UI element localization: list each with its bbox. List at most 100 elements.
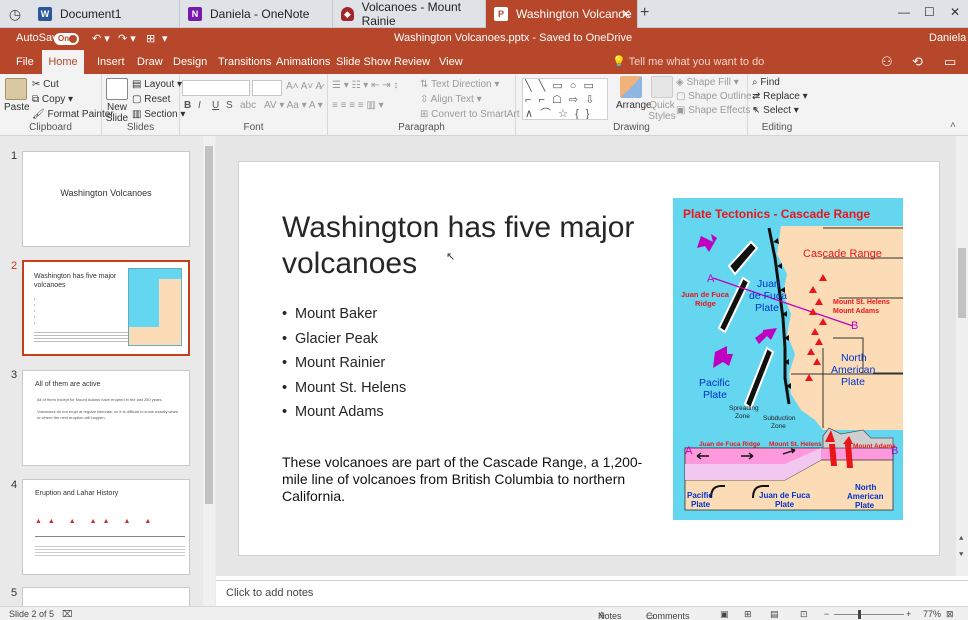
zoom-slider[interactable] (834, 610, 904, 619)
collapse-ribbon-icon[interactable]: ˄ (950, 120, 956, 131)
spacing-icon[interactable]: AV ▾ Aa ▾ A ▾ (264, 100, 323, 111)
new-tab-icon[interactable]: + (640, 4, 649, 22)
slide-thumbnail-2[interactable]: Washington has five major volcanoes • • • •… (22, 260, 190, 356)
font-size-combo[interactable] (252, 80, 282, 96)
tab-volcanoes-web[interactable]: ◆ Volcanoes - Mount Rainie (333, 0, 486, 28)
user-name[interactable]: Daniela (929, 32, 966, 44)
tell-me-box[interactable]: 💡 Tell me what you want to do (612, 55, 764, 68)
tab-draw[interactable]: Draw (133, 50, 167, 74)
thumb-axis (35, 536, 185, 537)
scissors-icon: ✂ (32, 79, 41, 90)
layout-icon: ▤ (132, 79, 142, 90)
maximize-icon[interactable]: ☐ (924, 5, 935, 19)
zoom-in-icon[interactable]: + (906, 609, 911, 619)
fill-icon: ◈ (676, 77, 684, 88)
slide-sorter-icon[interactable]: ⊞ (744, 609, 752, 620)
clipboard-label: Clipboard (29, 122, 72, 133)
thumbnail-scrollbar[interactable] (203, 136, 215, 606)
copy-button[interactable]: ⧉ Copy ▾ (32, 94, 73, 105)
slide-thumbnail-3[interactable]: All of them are active All of them excep… (22, 370, 190, 466)
share-icon[interactable]: ⚇ (881, 54, 893, 70)
close-window-icon[interactable]: ✕ (950, 5, 960, 19)
thumb-title: All of them are active (35, 381, 101, 388)
tab-onenote[interactable]: N Daniela - OneNote (180, 0, 333, 28)
editor-scrollbar[interactable]: ⯅ ⯆ (956, 136, 968, 576)
shape-fill-button[interactable]: ◈ Shape Fill ▾ (676, 77, 739, 88)
autosave-toggle[interactable]: On (54, 33, 79, 45)
customize-toolbar-icon[interactable]: ▾ (162, 32, 168, 45)
bold-button[interactable]: B (184, 100, 191, 111)
comments-icon[interactable]: ▭ (944, 54, 956, 70)
select-button[interactable]: ↖ Select ▾ (752, 105, 799, 116)
strikethrough-button[interactable]: S (226, 100, 233, 111)
section-button[interactable]: ▥ Section ▾ (132, 109, 185, 120)
shape-outline-button[interactable]: ▢ Shape Outline ▾ (676, 91, 759, 102)
close-icon[interactable]: ✕ (621, 7, 631, 21)
list-icons[interactable]: ☰ ▾ ☷ ▾ ⇤ ⇥ ↕ (332, 80, 398, 91)
zoom-out-icon[interactable]: − (824, 609, 829, 619)
tab-insert[interactable]: Insert (93, 50, 129, 74)
tab-file[interactable]: File (12, 50, 38, 74)
text-direction-icon: ⇅ (420, 79, 429, 90)
thumb-number: 4 (11, 479, 18, 491)
tab-home[interactable]: Home (42, 50, 84, 74)
zoom-thumb[interactable] (858, 610, 861, 619)
plate-tectonics-map[interactable]: Plate Tectonics - Cascade Range Cascade … (673, 198, 903, 520)
history-icon[interactable]: ◷ (0, 0, 30, 28)
find-button[interactable]: ⌕ Find (752, 77, 780, 88)
shapes-gallery[interactable]: ╲ ╲ ▭ ○ ▭⌐ ⌐ ☖ ⇨ ⇩∧ ⌒ ☆ { } ★ (522, 78, 608, 120)
redo-icon[interactable]: ↷ ▾ (118, 32, 136, 45)
new-slide-button[interactable]: New Slide (104, 78, 130, 124)
tab-animations[interactable]: Animations (272, 50, 334, 74)
font-name-combo[interactable] (182, 80, 250, 96)
italic-button[interactable]: I (198, 100, 201, 111)
paste-button[interactable]: Paste (4, 78, 30, 113)
normal-view-icon[interactable]: ▣ (720, 609, 729, 620)
minimize-icon[interactable]: — (898, 5, 910, 19)
underline-button[interactable]: U (212, 100, 219, 111)
reset-button[interactable]: ▢ Reset (132, 94, 170, 105)
scroll-thumb[interactable] (205, 146, 213, 504)
quick-styles-button[interactable]: Quick Styles (648, 76, 676, 122)
smartart-button[interactable]: ⊞ Convert to SmartArt ▾ (420, 109, 527, 120)
fit-slide-icon[interactable]: ⊠ (946, 609, 954, 620)
grow-font-icon[interactable]: A˄ A˅ A̷ (286, 81, 322, 92)
cursor-icon: ↖ (752, 105, 761, 116)
tab-view[interactable]: View (435, 50, 467, 74)
notes-pane[interactable]: Click to add notes (216, 580, 968, 606)
cut-button[interactable]: ✂ Cut (32, 79, 59, 90)
activity-icon[interactable]: ⟲ (912, 54, 923, 70)
prev-slide-icon[interactable]: ⯅ (958, 534, 964, 544)
undo-icon[interactable]: ↶ ▾ (92, 32, 110, 45)
start-from-beginning-icon[interactable]: ⊞ (146, 32, 155, 45)
tab-transitions[interactable]: Transitions (214, 50, 275, 74)
tab-slide-show[interactable]: Slide Show (332, 50, 395, 74)
bullet-list[interactable]: Mount Baker Glacier Peak Mount Rainier M… (282, 302, 406, 425)
text-direction-button[interactable]: ⇅ Text Direction ▾ (420, 79, 499, 90)
tell-me-text: Tell me what you want to do (628, 56, 765, 68)
tab-design[interactable]: Design (169, 50, 211, 74)
slide-thumbnail-5[interactable] (22, 587, 190, 606)
document-title[interactable]: Washington Volcanoes.pptx - Saved to One… (394, 32, 632, 44)
layout-button[interactable]: ▤ Layout ▾ (132, 79, 182, 90)
zoom-level[interactable]: 77% (923, 609, 941, 619)
tab-document1[interactable]: W Document1 (30, 0, 180, 28)
slide-thumbnail-4[interactable]: Eruption and Lahar History ▲▲ ▲ ▲▲ ▲ ▲ (22, 479, 190, 575)
slideshow-icon[interactable]: ⊡ (800, 609, 808, 620)
align-text-button[interactable]: ⇳ Align Text ▾ (420, 94, 482, 105)
scroll-thumb[interactable] (958, 248, 966, 318)
shadow-button[interactable]: abc (240, 100, 256, 111)
slide-title[interactable]: Washington has five major volcanoes (282, 210, 642, 282)
slide-paragraph[interactable]: These volcanoes are part of the Cascade … (282, 454, 654, 505)
align-icons[interactable]: ≡ ≡ ≡ ≡ ▥ ▾ (332, 100, 384, 111)
shape-effects-button[interactable]: ▣ Shape Effects ▾ (676, 105, 758, 116)
replace-button[interactable]: ⇄ Replace ▾ (752, 91, 808, 102)
tab-review[interactable]: Review (390, 50, 434, 74)
slide-thumbnail-1[interactable]: Washington Volcanoes (22, 151, 190, 247)
next-slide-icon[interactable]: ⯆ (958, 550, 964, 560)
tab-washington-volcanoes[interactable]: P Washington Volcanoe ✕ (486, 0, 638, 28)
spellcheck-icon[interactable]: ⌧ (62, 609, 72, 620)
arrange-button[interactable]: Arrange (616, 76, 652, 111)
slide-canvas[interactable]: Washington has five major volcanoes Moun… (238, 161, 940, 556)
reading-view-icon[interactable]: ▤ (770, 609, 779, 620)
